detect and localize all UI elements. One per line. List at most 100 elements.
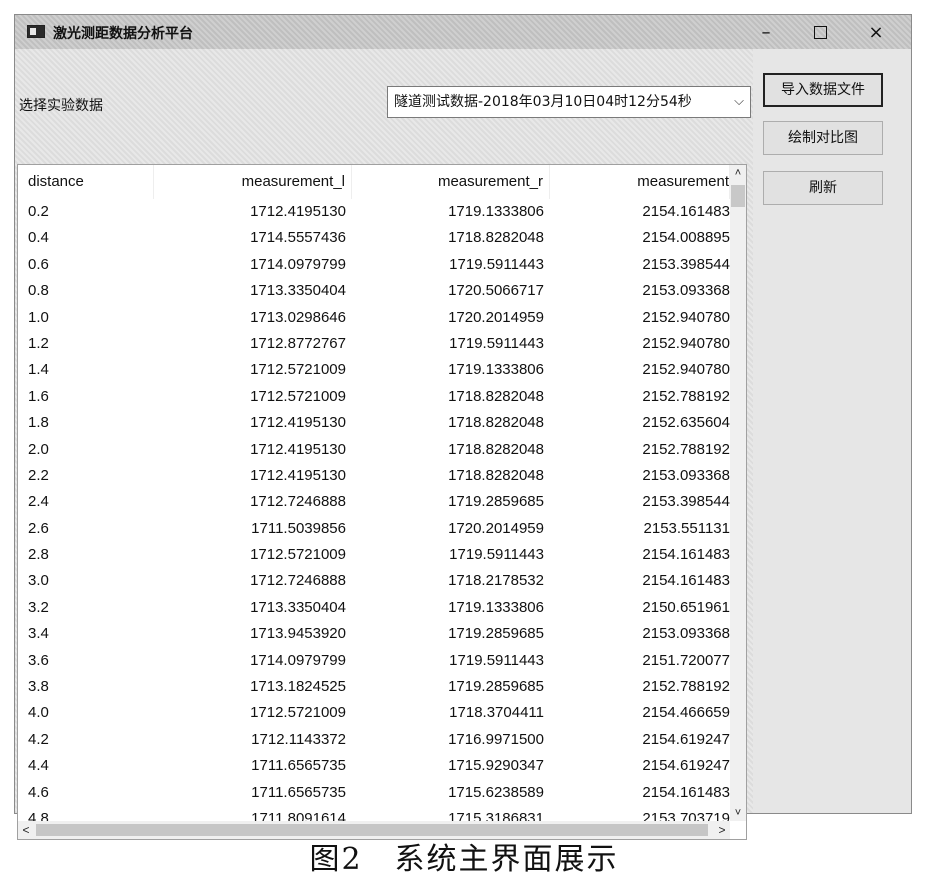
table-row[interactable]: 2.6 1711.5039856 1720.2014959 2153.551131 bbox=[18, 516, 730, 542]
cell-distance: 1.4 bbox=[28, 361, 49, 379]
column-header-distance[interactable]: distance bbox=[18, 165, 154, 199]
close-button[interactable]: × bbox=[853, 15, 899, 49]
cell-distance: 2.0 bbox=[28, 440, 49, 458]
cell-distance: 0.2 bbox=[28, 203, 49, 220]
cell-measurement-l: 1711.8091614 bbox=[251, 809, 346, 821]
cell-measurement: 2154.161483 bbox=[642, 572, 730, 590]
cell-measurement: 2154.161483 bbox=[642, 546, 730, 564]
data-pane: 选择实验数据 隧道测试数据-2018年03月10日04时12分54秒 ⌵ dis… bbox=[15, 49, 753, 840]
cell-measurement-l: 1712.7246888 bbox=[250, 493, 346, 511]
title-bar[interactable]: 激光测距数据分析平台 – × bbox=[15, 15, 911, 49]
dataset-label: 选择实验数据 bbox=[19, 98, 103, 114]
cell-measurement-l: 1712.4195130 bbox=[250, 440, 346, 458]
column-header-measurement-r[interactable]: measurement_r bbox=[352, 165, 550, 199]
cell-measurement-l: 1712.8772767 bbox=[250, 334, 346, 352]
plot-comparison-button[interactable]: 绘制对比图 bbox=[763, 121, 883, 155]
cell-measurement-r: 1718.8282048 bbox=[448, 387, 544, 405]
cell-distance: 2.6 bbox=[28, 519, 49, 537]
cell-measurement-r: 1715.3186831 bbox=[448, 809, 544, 821]
cell-measurement: 2152.635604 bbox=[642, 414, 730, 432]
cell-measurement: 2154.008895 bbox=[642, 229, 730, 247]
cell-measurement-l: 1713.9453920 bbox=[250, 625, 346, 643]
table-row[interactable]: 0.2 1712.4195130 1719.1333806 2154.161483 bbox=[18, 199, 730, 225]
grid-body: 0.2 1712.4195130 1719.1333806 2154.161483 0.… bbox=[18, 199, 730, 821]
table-row[interactable]: 1.8 1712.4195130 1718.8282048 2152.635604 bbox=[18, 410, 730, 436]
cell-measurement-l: 1713.1824525 bbox=[250, 678, 346, 696]
refresh-button[interactable]: 刷新 bbox=[763, 171, 883, 205]
table-row[interactable]: 2.8 1712.5721009 1719.5911443 2154.161483 bbox=[18, 542, 730, 568]
cell-distance: 3.4 bbox=[28, 625, 49, 643]
cell-measurement-l: 1713.0298646 bbox=[250, 308, 346, 326]
cell-measurement: 2152.940780 bbox=[642, 308, 730, 326]
cell-distance: 3.8 bbox=[28, 678, 49, 696]
maximize-button[interactable] bbox=[797, 15, 843, 49]
minimize-button[interactable]: – bbox=[743, 15, 789, 49]
cell-distance: 1.0 bbox=[28, 308, 49, 326]
cell-measurement-l: 1713.3350404 bbox=[250, 598, 346, 616]
cell-distance: 1.2 bbox=[28, 334, 49, 352]
table-row[interactable]: 3.4 1713.9453920 1719.2859685 2153.093368 bbox=[18, 621, 730, 647]
cell-measurement-l: 1714.5557436 bbox=[250, 229, 346, 247]
table-row[interactable]: 3.2 1713.3350404 1719.1333806 2150.651961 bbox=[18, 595, 730, 621]
table-row[interactable]: 4.8 1711.8091614 1715.3186831 2153.703719 bbox=[18, 806, 730, 821]
table-row[interactable]: 1.6 1712.5721009 1718.8282048 2152.788192 bbox=[18, 384, 730, 410]
table-row[interactable]: 4.4 1711.6565735 1715.9290347 2154.619247 bbox=[18, 753, 730, 779]
cell-measurement-l: 1712.5721009 bbox=[250, 361, 346, 379]
cell-measurement: 2153.551131 bbox=[643, 519, 730, 537]
import-data-file-button[interactable]: 导入数据文件 bbox=[763, 73, 883, 107]
cell-measurement: 2153.398544 bbox=[642, 493, 730, 511]
table-row[interactable]: 3.8 1713.1824525 1719.2859685 2152.788192 bbox=[18, 674, 730, 700]
cell-measurement-l: 1712.5721009 bbox=[250, 704, 346, 722]
action-pane: 导入数据文件 绘制对比图 刷新 bbox=[753, 49, 911, 813]
table-row[interactable]: 4.2 1712.1143372 1716.9971500 2154.619247 bbox=[18, 727, 730, 753]
cell-distance: 3.0 bbox=[28, 572, 49, 590]
cell-measurement: 2154.619247 bbox=[642, 730, 730, 748]
table-row[interactable]: 4.6 1711.6565735 1715.6238589 2154.161483 bbox=[18, 780, 730, 806]
chevron-down-icon: ⌵ bbox=[734, 94, 744, 109]
table-row[interactable]: 0.6 1714.0979799 1719.5911443 2153.398544 bbox=[18, 252, 730, 278]
cell-measurement-r: 1715.9290347 bbox=[448, 757, 544, 775]
table-row[interactable]: 0.4 1714.5557436 1718.8282048 2154.008895 bbox=[18, 225, 730, 251]
table-row[interactable]: 2.2 1712.4195130 1718.8282048 2153.093368 bbox=[18, 463, 730, 489]
table-row[interactable]: 1.4 1712.5721009 1719.1333806 2152.940780 bbox=[18, 357, 730, 383]
scroll-down-icon[interactable]: ˅ bbox=[730, 805, 746, 821]
column-header-measurement-l[interactable]: measurement_l bbox=[154, 165, 352, 199]
cell-distance: 4.2 bbox=[28, 730, 49, 748]
cell-measurement-r: 1719.5911443 bbox=[449, 546, 544, 564]
table-row[interactable]: 2.0 1712.4195130 1718.8282048 2152.788192 bbox=[18, 437, 730, 463]
table-row[interactable]: 1.2 1712.8772767 1719.5911443 2152.940780 bbox=[18, 331, 730, 357]
table-row[interactable]: 1.0 1713.0298646 1720.2014959 2152.940780 bbox=[18, 305, 730, 331]
cell-measurement-r: 1719.2859685 bbox=[448, 625, 544, 643]
cell-measurement-r: 1718.8282048 bbox=[448, 414, 544, 432]
app-window: 激光测距数据分析平台 – × 选择实验数据 隧道测试数据-2018年03月10日… bbox=[14, 14, 912, 840]
cell-measurement: 2153.093368 bbox=[642, 625, 730, 643]
cell-measurement: 2152.788192 bbox=[642, 440, 730, 458]
dataset-dropdown[interactable]: 隧道测试数据-2018年03月10日04时12分54秒 ⌵ bbox=[387, 86, 751, 118]
table-row[interactable]: 3.0 1712.7246888 1718.2178532 2154.161483 bbox=[18, 568, 730, 594]
cell-measurement-l: 1714.0979799 bbox=[250, 651, 346, 669]
cell-distance: 4.0 bbox=[28, 704, 49, 722]
column-header-measurement[interactable]: measurement bbox=[550, 165, 730, 199]
vertical-scrollbar[interactable]: ˄ ˅ bbox=[730, 165, 746, 821]
cell-measurement: 2153.398544 bbox=[642, 255, 730, 273]
table-row[interactable]: 4.0 1712.5721009 1718.3704411 2154.466659 bbox=[18, 700, 730, 726]
cell-distance: 2.4 bbox=[28, 493, 49, 511]
cell-distance: 4.8 bbox=[28, 809, 49, 821]
cell-measurement: 2154.161483 bbox=[642, 783, 730, 801]
cell-measurement-l: 1712.7246888 bbox=[250, 572, 346, 590]
cell-measurement-l: 1711.6565735 bbox=[251, 757, 346, 775]
grid-header: distance measurement_l measurement_r mea… bbox=[18, 165, 730, 199]
cell-measurement: 2151.720077 bbox=[642, 651, 730, 669]
cell-measurement: 2152.940780 bbox=[642, 334, 730, 352]
table-row[interactable]: 2.4 1712.7246888 1719.2859685 2153.398544 bbox=[18, 489, 730, 515]
cell-measurement-l: 1711.5039856 bbox=[251, 519, 346, 537]
scroll-up-icon[interactable]: ˄ bbox=[730, 165, 746, 181]
cell-distance: 0.4 bbox=[28, 229, 49, 247]
cell-measurement-l: 1712.1143372 bbox=[251, 730, 346, 748]
table-row[interactable]: 3.6 1714.0979799 1719.5911443 2151.720077 bbox=[18, 648, 730, 674]
data-grid[interactable]: distance measurement_l measurement_r mea… bbox=[17, 164, 747, 840]
vertical-scroll-thumb[interactable] bbox=[731, 185, 745, 207]
cell-measurement: 2154.619247 bbox=[642, 757, 730, 775]
table-row[interactable]: 0.8 1713.3350404 1720.5066717 2153.093368 bbox=[18, 278, 730, 304]
cell-distance: 4.6 bbox=[28, 783, 49, 801]
